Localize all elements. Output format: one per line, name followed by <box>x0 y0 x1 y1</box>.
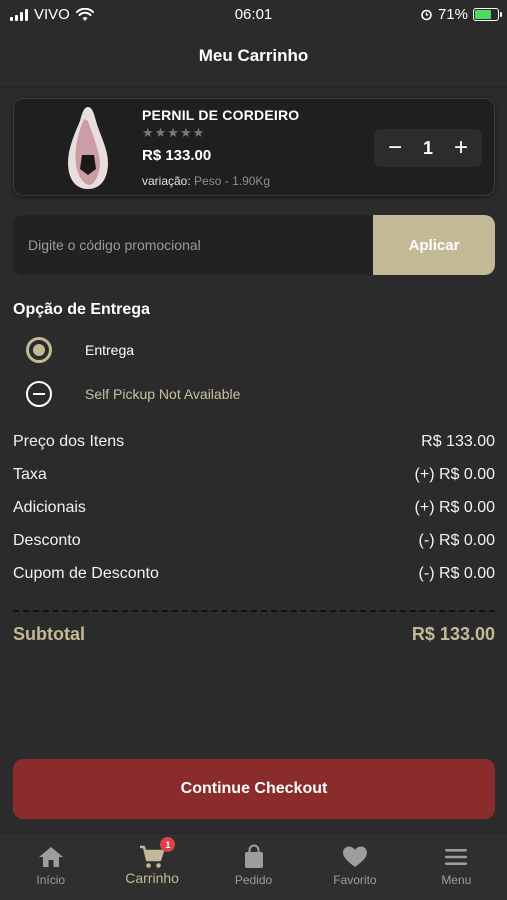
alarm-icon <box>421 9 432 21</box>
dashed-divider <box>13 610 495 612</box>
summary-label: Taxa <box>13 466 47 483</box>
summary-label: Preço dos Itens <box>13 433 125 450</box>
battery-charging-icon <box>473 8 502 21</box>
product-rating-stars: ★★★★★ <box>142 125 206 140</box>
cart-item-card: PERNIL DE CORDEIRO ★★★★★ R$ 133.00 varia… <box>13 98 495 196</box>
delivery-option-label: Self Pickup Not Available <box>85 386 241 402</box>
header-divider <box>0 86 507 88</box>
subtotal-row: Subtotal R$ 133.00 <box>13 624 495 645</box>
page-title: Meu Carrinho <box>198 46 309 65</box>
tab-label: Carrinho <box>125 870 179 886</box>
cart-badge: 1 <box>160 837 176 852</box>
apply-promo-button[interactable]: Aplicar <box>373 215 495 275</box>
summary-row: Adicionais (+) R$ 0.00 <box>13 499 495 517</box>
bag-icon <box>244 844 263 868</box>
summary-label: Adicionais <box>13 499 86 516</box>
tab-pedido[interactable]: Pedido <box>203 834 304 900</box>
promo-code-box: Aplicar <box>13 215 495 275</box>
product-price: R$ 133.00 <box>142 147 212 164</box>
tab-label: Início <box>36 873 66 887</box>
tab-menu[interactable]: Menu <box>406 834 507 900</box>
unavailable-icon <box>26 381 52 407</box>
status-bar: VIVO 06:01 71% <box>0 0 507 30</box>
summary-row: Cupom de Desconto (-) R$ 0.00 <box>13 565 495 583</box>
continue-checkout-button[interactable]: Continue Checkout <box>13 759 495 819</box>
variation-value: Peso - 1.90Kg <box>194 174 271 188</box>
subtotal-value: R$ 133.00 <box>411 624 495 644</box>
heart-icon <box>342 846 367 867</box>
page-header: Meu Carrinho <box>0 30 507 85</box>
status-right: 71% <box>420 6 502 23</box>
bottom-nav: Início 1 Carrinho Pedido Favorito Menu <box>0 833 507 900</box>
tab-inicio[interactable]: Início <box>0 834 101 900</box>
tab-favorito[interactable]: Favorito <box>304 834 405 900</box>
menu-icon <box>445 849 468 865</box>
delivery-section-title: Opção de Entrega <box>13 301 150 318</box>
summary-value: (+) R$ 0.00 <box>414 466 495 483</box>
tab-label: Favorito <box>333 873 377 887</box>
subtotal-label: Subtotal <box>13 624 85 644</box>
delivery-option-pickup: Self Pickup Not Available <box>26 381 240 407</box>
summary-label: Cupom de Desconto <box>13 565 159 582</box>
summary-row: Taxa (+) R$ 0.00 <box>13 466 495 484</box>
summary-value: (+) R$ 0.00 <box>414 499 495 516</box>
summary-value: (-) R$ 0.00 <box>418 565 495 582</box>
quantity-value: 1 <box>422 137 433 158</box>
tab-carrinho[interactable]: 1 Carrinho <box>101 834 202 900</box>
battery-percent: 71% <box>437 6 468 23</box>
increase-quantity-button[interactable]: + <box>454 136 468 160</box>
delivery-option-entrega[interactable]: Entrega <box>26 337 134 363</box>
product-image <box>68 107 108 189</box>
summary-value: (-) R$ 0.00 <box>418 532 495 549</box>
quantity-stepper: − 1 + <box>374 129 482 167</box>
product-name: PERNIL DE CORDEIRO <box>142 107 300 123</box>
promo-code-input[interactable] <box>13 215 373 275</box>
product-variation: variação: Peso - 1.90Kg <box>142 174 270 188</box>
delivery-option-label: Entrega <box>85 342 135 358</box>
decrease-quantity-button[interactable]: − <box>388 136 402 160</box>
variation-label: variação: <box>142 174 191 188</box>
summary-row: Preço dos Itens R$ 133.00 <box>13 433 495 451</box>
home-icon <box>38 847 63 867</box>
summary-row: Desconto (-) R$ 0.00 <box>13 532 495 550</box>
summary-value: R$ 133.00 <box>421 433 495 450</box>
radio-selected-icon[interactable] <box>26 337 52 363</box>
summary-label: Desconto <box>13 532 81 549</box>
tab-label: Pedido <box>234 873 273 887</box>
tab-label: Menu <box>441 873 472 887</box>
